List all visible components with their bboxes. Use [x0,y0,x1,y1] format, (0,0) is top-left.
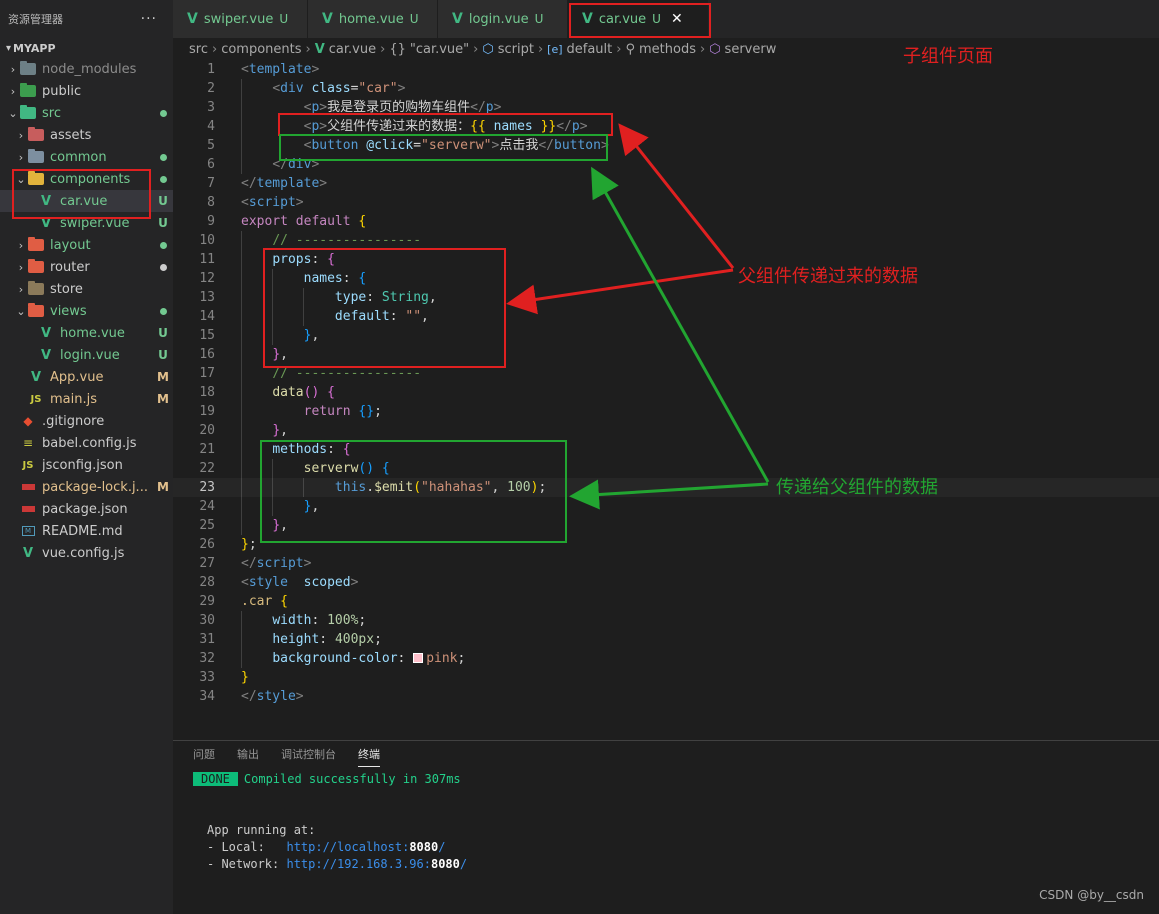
green-arrow [591,166,770,483]
annotation-to-parent: 传递给父组件的数据 [776,477,938,498]
done-badge: DONE [193,772,238,786]
red-arrow [618,123,735,269]
red-arrow [506,268,734,315]
network-label: - Network: [207,857,287,871]
compiled-message: Compiled successfully in 307ms [243,772,461,786]
network-url[interactable]: http://192.168.3.96:8080/ [286,857,467,871]
bottom-panel: 问题 输出 调试控制台 终端 DONE Compiled successfully… [173,740,1159,914]
running-label: App running at: [207,823,316,837]
terminal-output[interactable]: DONE Compiled successfully in 307ms App r… [173,771,1159,873]
panel-tabs: 问题 输出 调试控制台 终端 [173,741,1159,767]
watermark: CSDN @by__csdn [1039,888,1144,902]
tab-debug-console[interactable]: 调试控制台 [281,742,336,766]
green-arrow [569,479,769,510]
tab-terminal[interactable]: 终端 [358,742,380,767]
tab-problems[interactable]: 问题 [193,742,215,766]
tab-output[interactable]: 输出 [237,742,259,766]
local-url[interactable]: http://localhost:8080/ [286,840,445,854]
annotation-from-parent: 父组件传递过来的数据 [738,266,918,287]
local-label: - Local: [207,840,287,854]
annotation-child-page: 子组件页面 [903,46,993,67]
